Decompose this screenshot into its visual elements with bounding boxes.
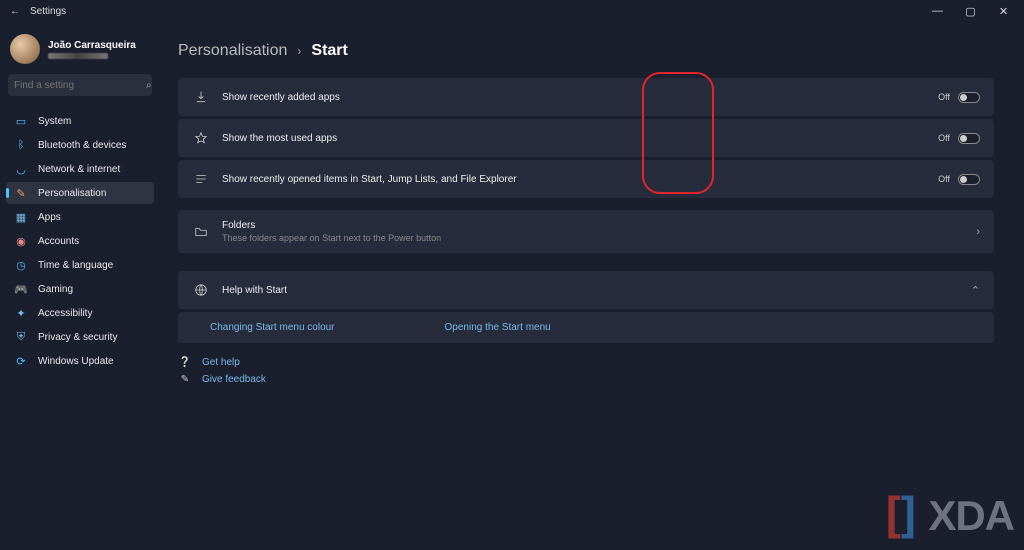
toggle-recent-items[interactable] (958, 174, 980, 185)
shield-icon: ⛨ (14, 330, 28, 344)
search-icon: ⌕ (146, 80, 152, 91)
content: Personalisation › Start Show recently ad… (160, 22, 1024, 550)
nav-bluetooth[interactable]: ᛒBluetooth & devices (6, 134, 154, 156)
user-block[interactable]: João Carrasqueira (6, 28, 154, 74)
wifi-icon: ◡ (14, 162, 28, 176)
nav-accessibility[interactable]: ✦Accessibility (6, 302, 154, 324)
user-sub (48, 53, 108, 59)
page-title: Start (311, 42, 347, 60)
minimize-button[interactable]: — (921, 5, 954, 18)
nav-privacy[interactable]: ⛨Privacy & security (6, 326, 154, 348)
app-title: Settings (30, 6, 66, 17)
toggle-most-used[interactable] (958, 133, 980, 144)
update-icon: ⟳ (14, 354, 28, 368)
nav-list: ▭System ᛒBluetooth & devices ◡Network & … (6, 110, 154, 372)
game-icon: 🎮 (14, 282, 28, 296)
nav-update[interactable]: ⟳Windows Update (6, 350, 154, 372)
brush-icon: ✎ (14, 186, 28, 200)
toggle-recently-added[interactable] (958, 92, 980, 103)
globe-icon (192, 283, 210, 297)
display-icon: ▭ (14, 114, 28, 128)
nav-personalisation[interactable]: ✎Personalisation (6, 182, 154, 204)
row-recently-added[interactable]: Show recently added apps Off (178, 78, 994, 116)
get-help-link[interactable]: ❔Get help (178, 357, 994, 368)
chevron-right-icon: › (976, 226, 980, 238)
avatar (10, 34, 40, 64)
help-links: Changing Start menu colour Opening the S… (178, 312, 994, 343)
feedback-icon: ✎ (178, 374, 192, 385)
apps-icon: ▦ (14, 210, 28, 224)
bluetooth-icon: ᛒ (14, 138, 28, 152)
breadcrumb: Personalisation › Start (178, 42, 994, 60)
row-folders[interactable]: Folders These folders appear on Start ne… (178, 210, 994, 253)
sidebar: João Carrasqueira ⌕ ▭System ᛒBluetooth &… (0, 22, 160, 550)
row-recent-items[interactable]: Show recently opened items in Start, Jum… (178, 160, 994, 198)
nav-system[interactable]: ▭System (6, 110, 154, 132)
give-feedback-link[interactable]: ✎Give feedback (178, 374, 994, 385)
folder-icon (192, 225, 210, 239)
nav-accounts[interactable]: ◉Accounts (6, 230, 154, 252)
footer-links: ❔Get help ✎Give feedback (178, 357, 994, 385)
toggle-state: Off (938, 174, 950, 184)
row-help[interactable]: Help with Start ⌃ (178, 271, 994, 309)
maximize-button[interactable]: ▢ (954, 5, 987, 18)
clock-icon: ◷ (14, 258, 28, 272)
search-box[interactable]: ⌕ (8, 74, 152, 96)
search-input[interactable] (14, 80, 146, 91)
help-link-colour[interactable]: Changing Start menu colour (210, 322, 335, 333)
help-link-open[interactable]: Opening the Start menu (445, 322, 551, 333)
download-icon (192, 90, 210, 104)
close-button[interactable]: ✕ (987, 5, 1020, 18)
nav-network[interactable]: ◡Network & internet (6, 158, 154, 180)
titlebar: ← Settings — ▢ ✕ (0, 0, 1024, 22)
watermark: [ ] XDA (879, 488, 1015, 544)
toggle-state: Off (938, 92, 950, 102)
accessibility-icon: ✦ (14, 306, 28, 320)
row-most-used[interactable]: Show the most used apps Off (178, 119, 994, 157)
nav-apps[interactable]: ▦Apps (6, 206, 154, 228)
list-icon (192, 172, 210, 186)
nav-gaming[interactable]: 🎮Gaming (6, 278, 154, 300)
back-button[interactable]: ← (4, 6, 26, 17)
person-icon: ◉ (14, 234, 28, 248)
toggle-state: Off (938, 133, 950, 143)
breadcrumb-parent[interactable]: Personalisation (178, 42, 287, 60)
chevron-right-icon: › (297, 44, 301, 58)
nav-time[interactable]: ◷Time & language (6, 254, 154, 276)
star-icon (192, 131, 210, 145)
chevron-up-icon: ⌃ (971, 284, 980, 297)
help-icon: ❔ (178, 357, 192, 368)
user-name: João Carrasqueira (48, 40, 136, 51)
